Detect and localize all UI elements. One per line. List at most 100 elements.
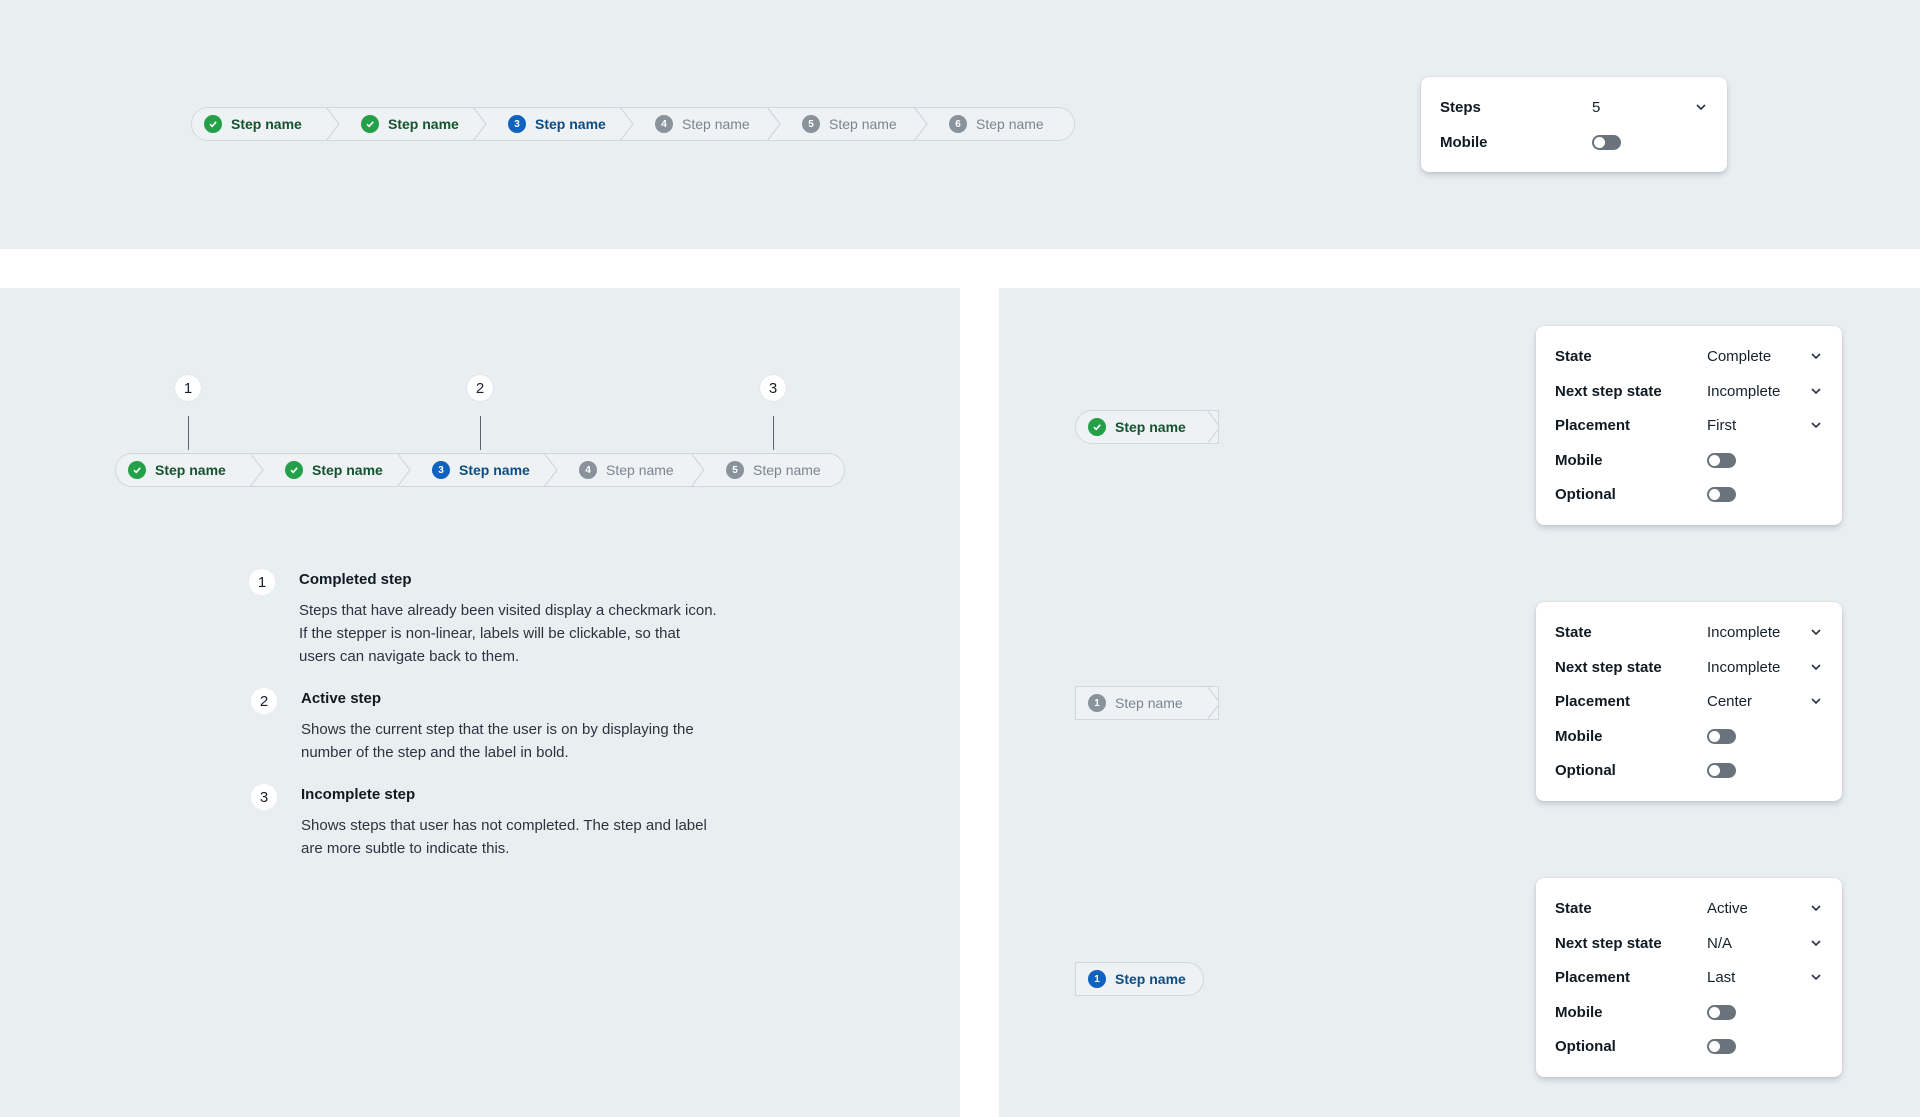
step-label: Step name xyxy=(1115,695,1183,711)
step-label: Step name xyxy=(753,462,821,478)
chevron-down-icon xyxy=(1811,905,1821,912)
chevron-down-icon xyxy=(1811,629,1821,636)
step-item[interactable]: 4 Step name xyxy=(557,454,705,486)
chevron-separator-icon xyxy=(326,108,340,140)
mobile-toggle[interactable] xyxy=(1592,134,1621,150)
mobile-toggle[interactable] xyxy=(1707,452,1736,468)
property-label: Mobile xyxy=(1555,727,1603,745)
property-label: Mobile xyxy=(1555,451,1603,469)
stepper: Step name Step name 3 Step name 4 Step n… xyxy=(191,107,1075,141)
step-item[interactable]: 3 Step name xyxy=(486,108,634,140)
description-title: Active step xyxy=(301,690,382,707)
property-label: Next step state xyxy=(1555,934,1662,952)
step-label: Step name xyxy=(231,116,302,132)
optional-toggle[interactable] xyxy=(1707,762,1736,778)
step-item[interactable]: 5 Step name xyxy=(704,454,844,486)
top-preview-panel: Step name Step name 3 Step name 4 Step n… xyxy=(0,0,1920,249)
step-item[interactable]: 4 Step name xyxy=(633,108,781,140)
optional-toggle-row: Optional xyxy=(1555,1034,1823,1058)
description-text: Steps that have already been visited dis… xyxy=(299,602,717,665)
step-number-badge: 3 xyxy=(508,115,526,133)
next-step-state-select[interactable]: Next step state Incomplete xyxy=(1555,379,1823,403)
optional-toggle[interactable] xyxy=(1707,1038,1736,1054)
property-label: Placement xyxy=(1555,416,1631,434)
placement-select[interactable]: Placement First xyxy=(1555,413,1823,437)
step-label: Step name xyxy=(606,462,674,478)
mobile-label: Mobile xyxy=(1440,133,1488,151)
property-label: Optional xyxy=(1555,761,1616,779)
optional-toggle-row: Optional xyxy=(1555,758,1823,782)
chevron-separator-icon xyxy=(1207,411,1218,443)
step-label: Step name xyxy=(1115,419,1186,435)
step-item[interactable]: 5 Step name xyxy=(780,108,928,140)
step-label: Step name xyxy=(829,116,897,132)
steps-value: 5 xyxy=(1592,98,1601,116)
property-value: Incomplete xyxy=(1707,382,1781,400)
placement-select[interactable]: Placement Center xyxy=(1555,689,1823,713)
annotation-leader-line xyxy=(773,416,774,450)
description-title: Completed step xyxy=(299,571,412,588)
property-value: Incomplete xyxy=(1707,658,1781,676)
step-item[interactable]: 1 Step name xyxy=(1076,963,1203,995)
property-label: Next step state xyxy=(1555,382,1662,400)
property-label: Mobile xyxy=(1555,1003,1603,1021)
description-title: Incomplete step xyxy=(301,786,416,803)
step-number-badge: 4 xyxy=(655,115,673,133)
chevron-down-icon xyxy=(1811,353,1821,360)
annotation-leader-line xyxy=(480,416,481,450)
step-item[interactable]: 3 Step name xyxy=(410,454,558,486)
chevron-separator-icon xyxy=(473,108,487,140)
mobile-toggle-row: Mobile xyxy=(1555,1000,1823,1024)
steps-select[interactable]: Steps 5 xyxy=(1440,95,1708,119)
step-item[interactable]: Step name xyxy=(1076,411,1218,443)
step-number-badge: 3 xyxy=(432,461,450,479)
mobile-toggle[interactable] xyxy=(1707,728,1736,744)
step-label: Step name xyxy=(1115,971,1186,987)
optional-toggle-row: Optional xyxy=(1555,482,1823,506)
single-step-incomplete: 1 Step name xyxy=(1075,686,1219,720)
checkmark-icon xyxy=(1088,418,1106,436)
property-label: Next step state xyxy=(1555,658,1662,676)
optional-toggle[interactable] xyxy=(1707,486,1736,502)
step-item[interactable]: Step name xyxy=(263,454,411,486)
state-select[interactable]: State Incomplete xyxy=(1555,620,1823,644)
checkmark-icon xyxy=(204,115,222,133)
state-select[interactable]: State Active xyxy=(1555,896,1823,920)
step-label: Step name xyxy=(535,116,606,132)
step-item[interactable]: 1 Step name xyxy=(1076,687,1218,719)
property-label: State xyxy=(1555,899,1592,917)
checkmark-icon xyxy=(285,461,303,479)
placement-select[interactable]: Placement Last xyxy=(1555,965,1823,989)
step-number-badge: 1 xyxy=(1088,970,1106,988)
step-label: Step name xyxy=(682,116,750,132)
next-step-state-select[interactable]: Next step state Incomplete xyxy=(1555,655,1823,679)
property-value: Center xyxy=(1707,692,1753,710)
anatomy-panel: 1 2 3 Step name Step name 3 Step name 4 … xyxy=(0,288,960,1117)
chevron-down-icon xyxy=(1811,422,1821,429)
step-item[interactable]: Step name xyxy=(339,108,487,140)
annotation-leader-line xyxy=(188,416,189,450)
step-item[interactable]: Step name xyxy=(116,454,264,486)
chevron-separator-icon xyxy=(250,454,264,486)
chevron-separator-icon xyxy=(1207,687,1218,719)
mobile-toggle-row: Mobile xyxy=(1440,130,1708,154)
variants-panel: Step name State Complete Next step state… xyxy=(999,288,1920,1117)
mobile-toggle-row: Mobile xyxy=(1555,724,1823,748)
step-number-badge: 5 xyxy=(802,115,820,133)
annotation-marker: 3 xyxy=(760,375,786,401)
stepper-controls-card: Steps 5 Mobile xyxy=(1421,77,1727,172)
properties-card-complete: State Complete Next step state Incomplet… xyxy=(1536,326,1842,525)
next-step-state-select[interactable]: Next step state N/A xyxy=(1555,931,1823,955)
annotation-marker: 1 xyxy=(249,569,275,595)
annotation-marker: 3 xyxy=(251,784,277,810)
steps-label: Steps xyxy=(1440,98,1481,116)
checkmark-icon xyxy=(128,461,146,479)
step-number-badge: 5 xyxy=(726,461,744,479)
property-label: Placement xyxy=(1555,692,1631,710)
state-select[interactable]: State Complete xyxy=(1555,344,1823,368)
chevron-down-icon xyxy=(1696,104,1706,111)
step-item[interactable]: 6 Step name xyxy=(927,108,1074,140)
chevron-down-icon xyxy=(1811,940,1821,947)
step-item[interactable]: Step name xyxy=(192,108,340,140)
mobile-toggle[interactable] xyxy=(1707,1004,1736,1020)
